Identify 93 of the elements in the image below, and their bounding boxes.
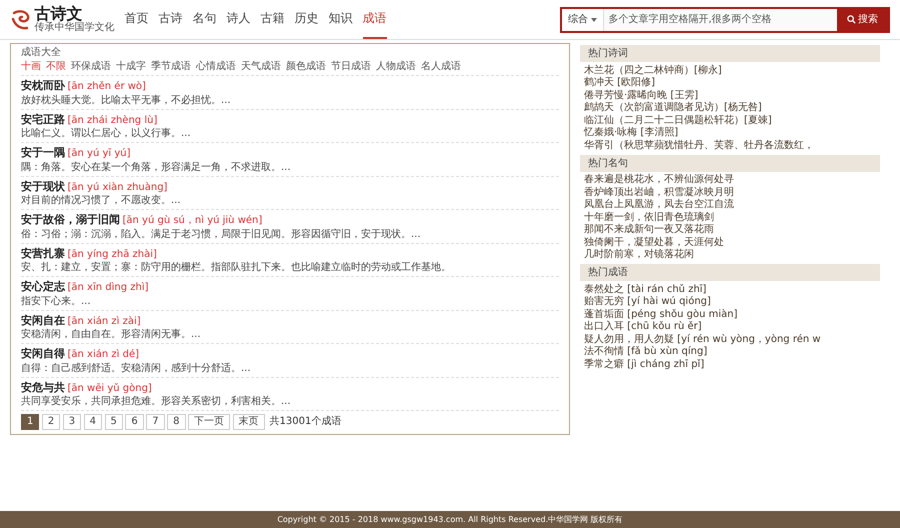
idiom-meaning: 俗：习俗；溺：沉溺，陷入。满足于老习惯，局限于旧见闻。形容因循守旧，安于现状。... — [21, 228, 422, 240]
idiom-pinyin: [ān zhái zhèng lù] — [68, 114, 158, 128]
filter-link[interactable]: 天气成语 — [241, 60, 281, 72]
idiom-pinyin: [ān xīn dìng zhì] — [68, 281, 149, 295]
sidebar-link[interactable]: 法不徇情 [fǎ bù xùn qíng] — [580, 346, 880, 358]
page-button[interactable]: 8 — [167, 414, 186, 430]
idiom-pinyin: [ān yíng zhā zhài] — [68, 248, 157, 262]
nav-link[interactable]: 知识 — [328, 0, 352, 39]
search-button[interactable]: 搜索 — [836, 8, 888, 30]
page-button[interactable]: 5 — [104, 414, 123, 430]
sidebar-link[interactable]: 蓬首垢面 [péng shǒu gòu miàn] — [580, 308, 880, 321]
sidebar-link[interactable]: 贻害无穷 [yí hài wú qióng] — [580, 296, 880, 308]
last-page-button[interactable]: 末页 — [232, 414, 264, 430]
filter-link[interactable]: 季节成语 — [151, 60, 191, 72]
idiom-meaning: 对目前的情况习惯了，不愿改变。... — [21, 195, 182, 207]
page-button[interactable]: 3 — [62, 414, 82, 430]
idiom-meaning: 共同享受安乐，共同承担危难。形容关系密切，利害相关。... — [21, 396, 292, 408]
idiom-pinyin: [ān xián zì zài] — [68, 314, 141, 328]
sidebar-link[interactable]: 临江仙（二月二十二日偶题松轩花）[夏竦] — [580, 114, 880, 127]
nav-link[interactable]: 首页 — [124, 0, 148, 39]
idiom-meaning: 放好枕头睡大觉。比喻太平无事，不必担忧。... — [21, 94, 232, 106]
nav-link[interactable]: 古诗 — [158, 0, 182, 39]
idiom-meaning: 隅：角落。安心在某一个角落，形容满足一角，不求进取。... — [21, 162, 292, 174]
idiom-pinyin: [ān wēi yǔ gòng] — [68, 382, 152, 396]
idiom-title[interactable]: 安闲自得 — [21, 346, 65, 362]
idiom-meaning: 比喻仁义。谓以仁居心，以义行事。... — [21, 128, 192, 140]
idiom-title[interactable]: 安闲自在 — [21, 312, 65, 329]
caret-icon — [590, 18, 596, 22]
sidebar-link[interactable]: 春来遍是桃花水，不辨仙源何处寻 — [580, 174, 880, 186]
idiom-title[interactable]: 安宅正路 — [21, 112, 65, 128]
sidebar-link[interactable]: 鹧鸪天（次韵富道调隐者见访）[杨无咎] — [580, 102, 880, 114]
page-button[interactable]: 1 — [21, 414, 40, 430]
sidebar-link[interactable]: 独倚阑干，凝望处暮，天涯何处 — [580, 236, 880, 249]
idiom-pinyin: [ān yú yī yú] — [68, 147, 131, 161]
filter-link[interactable]: 十成字 — [116, 60, 146, 72]
idiom-title[interactable]: 安营扎寨 — [21, 246, 65, 262]
section-title: 成语大全 — [21, 46, 62, 60]
page-button[interactable]: 2 — [42, 414, 60, 430]
filter-link[interactable]: 心情成语 — [196, 60, 236, 72]
page-button[interactable]: 6 — [125, 414, 144, 430]
idiom-meaning: 自得：自己感到舒适。安稳清闲，感到十分舒适。... — [21, 362, 252, 374]
nav-link[interactable]: 历史 — [294, 0, 318, 39]
idiom-pinyin: [ān yú gù sú，nì yú jiù wén] — [122, 214, 262, 228]
sidebar-link[interactable]: 疑人勿用，用人勿疑 [yí rén wù yòng，yòng rén w — [580, 334, 880, 346]
idiom-title[interactable]: 安于一隅 — [21, 145, 65, 162]
search-icon — [846, 15, 856, 24]
filter-link[interactable]: 不限 — [46, 60, 66, 72]
page-button[interactable]: 4 — [84, 414, 102, 430]
sidebar-link[interactable]: 香炉峰顶出岩岫，积雪凝冰映月明 — [580, 186, 880, 199]
idiom-meaning: 安、扎：建立，安置；寨：防守用的栅栏。指部队驻扎下来。也比喻建立临时的劳动或工作基地。 — [21, 262, 452, 274]
sidebar-link[interactable]: 十年磨一剑，依旧青色琉璃剑 — [580, 212, 880, 224]
nav-link[interactable]: 古籍 — [260, 0, 284, 39]
sidebar-link[interactable]: 倦寻芳慢·露晞向晚 [王雱] — [580, 90, 880, 102]
footer-copyright: Copyright © 2015 - 2018 www.gsgw1943.com. All Rights Reserved.中华国学网 版权所有 — [0, 511, 900, 528]
logo-subtitle: 传承中华国学文化 — [34, 22, 114, 33]
idiom-meaning: 指安下心来。... — [21, 296, 92, 308]
sidebar-heading: 热门名句 — [580, 154, 880, 172]
sidebar-link[interactable]: 那闻不来成新句一夜又落花雨 — [580, 224, 880, 236]
sidebar-link[interactable]: 鹤冲天 [欧阳修] — [580, 77, 880, 90]
idiom-title[interactable]: 安于故俗，溺于旧闻 — [21, 212, 120, 228]
total-count: 共13001个成语 — [270, 414, 342, 429]
idiom-title[interactable]: 安枕而卧 — [21, 78, 65, 94]
idiom-pinyin: [ān yú xiàn zhuàng] — [68, 180, 168, 194]
sidebar-link[interactable]: 季常之癖 [jì cháng zhī pǐ] — [580, 358, 880, 371]
sidebar-heading: 热门成语 — [580, 264, 880, 281]
sidebar-link[interactable]: 华胥引（秋思苹蘋犹惜牡丹、芙蓉、牡丹各流数红， — [580, 140, 880, 152]
filter-link[interactable]: 颜色成语 — [286, 60, 326, 72]
sidebar-link[interactable]: 出口入耳 [chū kǒu rù ěr] — [580, 321, 880, 334]
sidebar-link[interactable]: 泰然处之 [tài rán chǔ zhī] — [580, 284, 880, 296]
idiom-title[interactable]: 安于现状 — [21, 178, 65, 195]
filter-link[interactable]: 十画 — [21, 60, 41, 72]
search-field[interactable]: 多个文章字用空格隔开,很多两个空格 — [604, 8, 836, 30]
page-button[interactable]: 7 — [146, 414, 165, 430]
filter-link[interactable]: 人物成语 — [376, 60, 416, 72]
filter-link[interactable]: 名人成语 — [421, 60, 461, 72]
nav-link[interactable]: 名句 — [192, 0, 216, 39]
idiom-pinyin: [ān zhěn ér wò] — [68, 80, 146, 94]
next-page-button[interactable]: 下一页 — [188, 414, 230, 430]
sidebar-link[interactable]: 忆秦娥·咏梅 [李清照] — [580, 127, 880, 140]
logo-icon — [10, 8, 32, 30]
filter-link[interactable]: 节日成语 — [331, 60, 371, 72]
sidebar-link[interactable]: 几时阶前寒，对镜落花闲 — [580, 249, 880, 262]
idiom-title[interactable]: 安心定志 — [21, 279, 65, 296]
idiom-meaning: 安稳清闲，自由自在。形容清闲无事。... — [21, 329, 202, 341]
sidebar-heading: 热门诗词 — [580, 45, 880, 62]
nav-link[interactable]: 成语 — [362, 0, 386, 39]
sidebar-link[interactable]: 凤凰台上凤凰游，凤去台空江自流 — [580, 199, 880, 212]
nav-link[interactable]: 诗人 — [226, 0, 250, 39]
idiom-pinyin: [ān xián zì dé] — [68, 348, 139, 362]
idiom-title[interactable]: 安危与共 — [21, 380, 65, 396]
filter-link[interactable]: 环保成语 — [71, 60, 111, 72]
logo-title: 古诗文 — [34, 6, 82, 22]
sidebar-link[interactable]: 木兰花（四之二林钟商）[柳永] — [580, 64, 880, 77]
